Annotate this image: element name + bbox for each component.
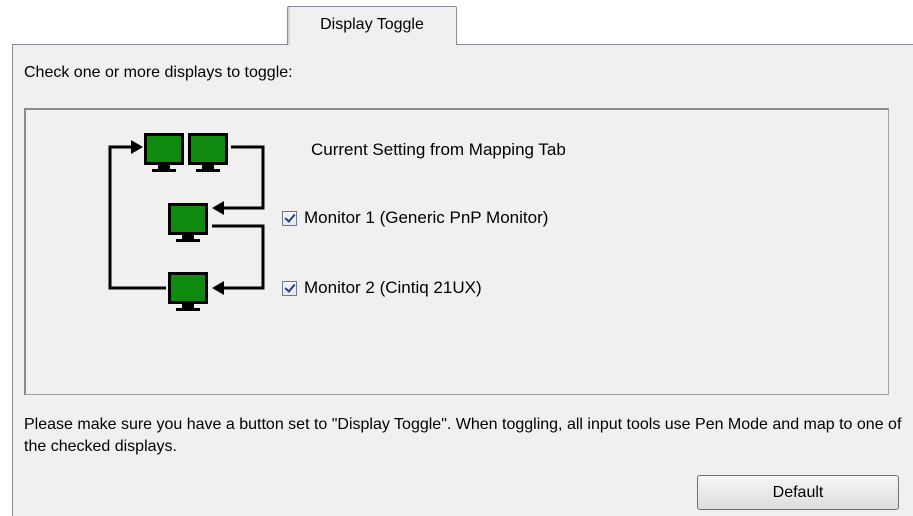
monitor-1-checkbox[interactable] [282,210,297,226]
default-button[interactable]: Default [697,475,899,510]
monitor-1-label[interactable]: Monitor 1 (Generic PnP Monitor) [304,208,548,228]
monitor-2-checkbox[interactable] [282,280,297,296]
monitor-icon-all-displays-right [188,133,228,172]
monitor-1-option[interactable]: Monitor 1 (Generic PnP Monitor) [282,208,548,228]
display-toggle-diagram [108,133,265,311]
help-note: Please make sure you have a button set t… [24,416,902,455]
monitor-icon-all-displays-left [144,133,184,172]
tab-display-toggle[interactable]: Display Toggle [287,6,457,45]
current-setting-label: Current Setting from Mapping Tab [311,140,566,159]
monitor-icon-monitor-1 [168,203,208,242]
monitor-2-option[interactable]: Monitor 2 (Cintiq 21UX) [282,278,482,298]
instruction-text: Check one or more displays to toggle: [24,64,293,81]
monitor-2-label[interactable]: Monitor 2 (Cintiq 21UX) [304,278,482,298]
monitor-icon-monitor-2 [168,272,208,311]
